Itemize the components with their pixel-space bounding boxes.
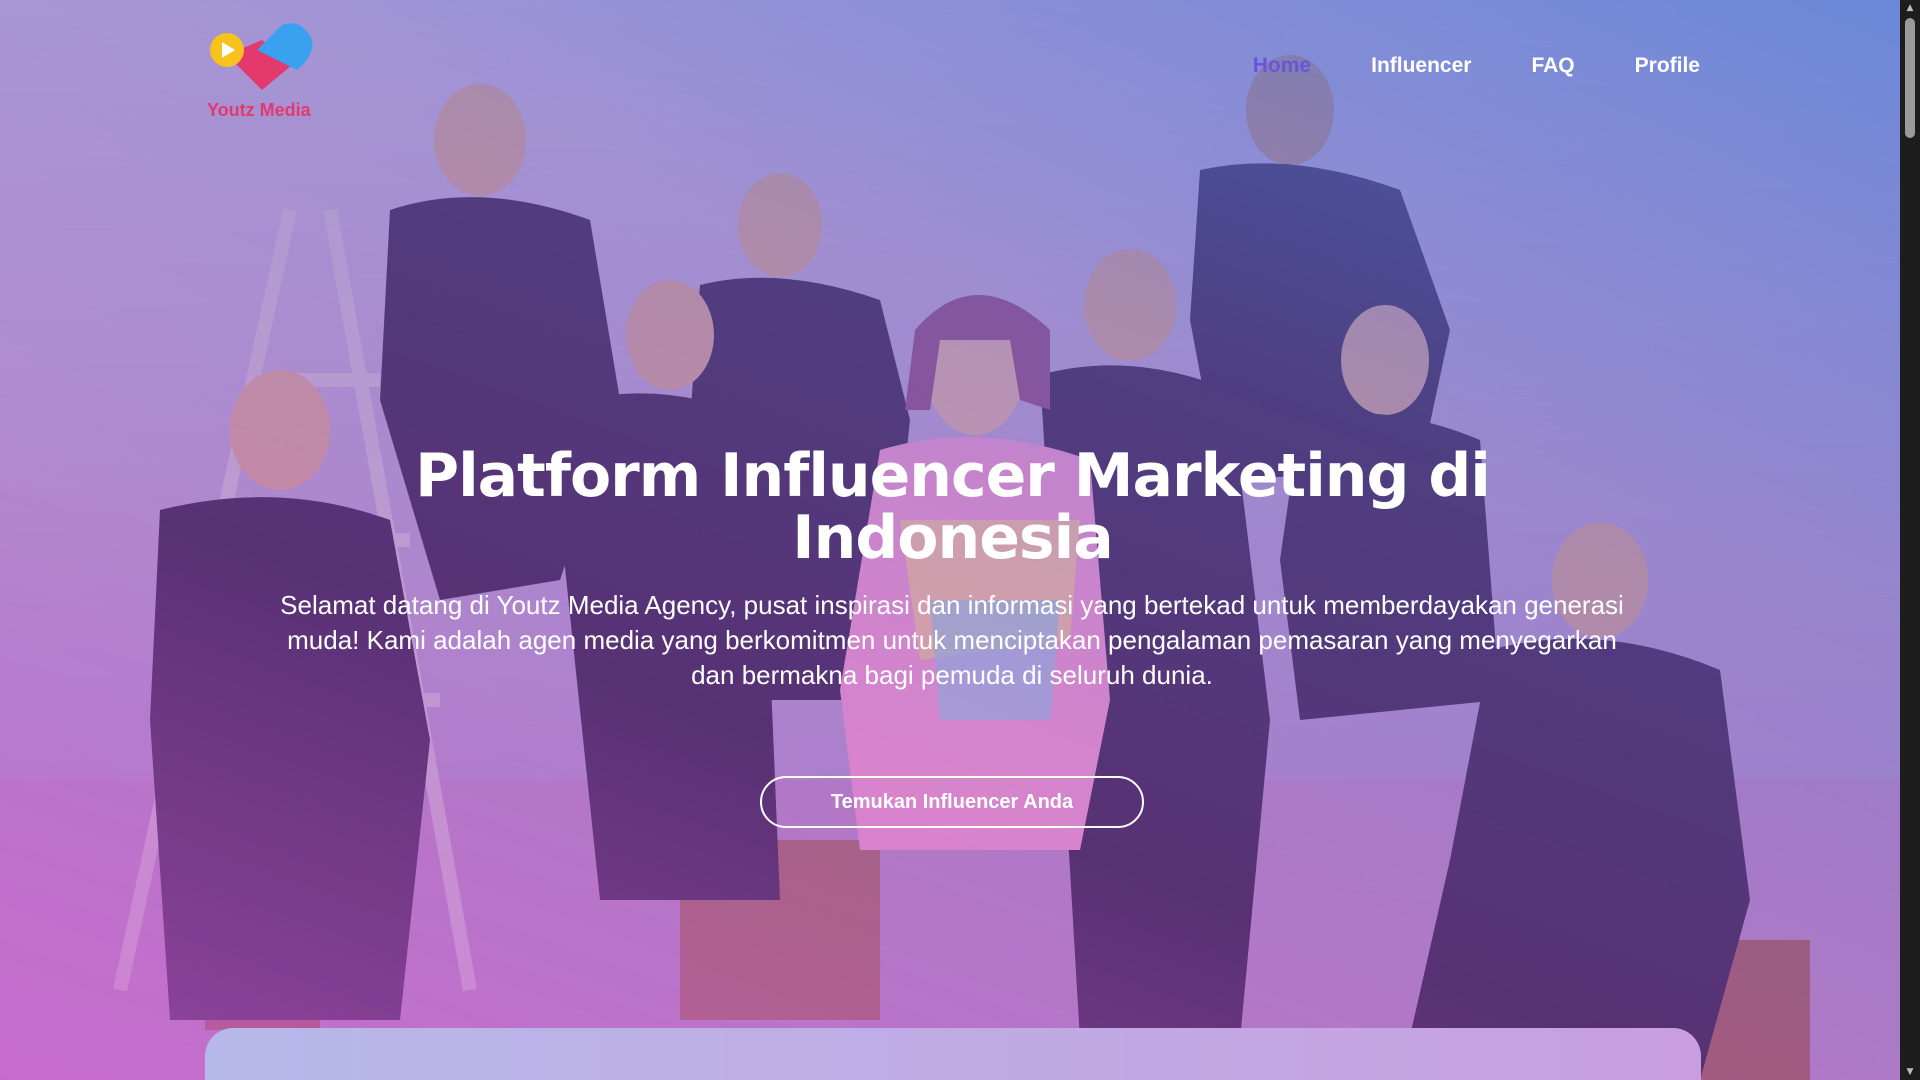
hero-subtitle: Selamat datang di Youtz Media Agency, pu… — [280, 590, 1624, 690]
page-scrollbar[interactable]: ▲ ▼ — [1900, 0, 1920, 1080]
find-influencer-button[interactable]: Temukan Influencer Anda — [760, 776, 1144, 828]
hero-title: Platform Influencer Marketing di Indones… — [415, 441, 1491, 573]
content-card-top — [205, 1028, 1701, 1080]
nav-influencer[interactable]: Influencer — [1371, 54, 1471, 78]
arrow-up-icon[interactable]: ▲ — [1900, 0, 1920, 16]
nav-profile[interactable]: Profile — [1635, 54, 1700, 78]
youtz-media-logo-icon — [210, 23, 313, 90]
arrow-down-icon[interactable]: ▼ — [1900, 1064, 1920, 1080]
nav-faq[interactable]: FAQ — [1531, 54, 1574, 78]
scrollbar-thumb[interactable] — [1905, 18, 1915, 138]
main-nav: Home Influencer FAQ Profile — [1253, 54, 1700, 78]
brand-logo[interactable]: Youtz Media — [205, 20, 325, 125]
brand-name: Youtz Media — [207, 100, 311, 120]
nav-home[interactable]: Home — [1253, 54, 1311, 78]
